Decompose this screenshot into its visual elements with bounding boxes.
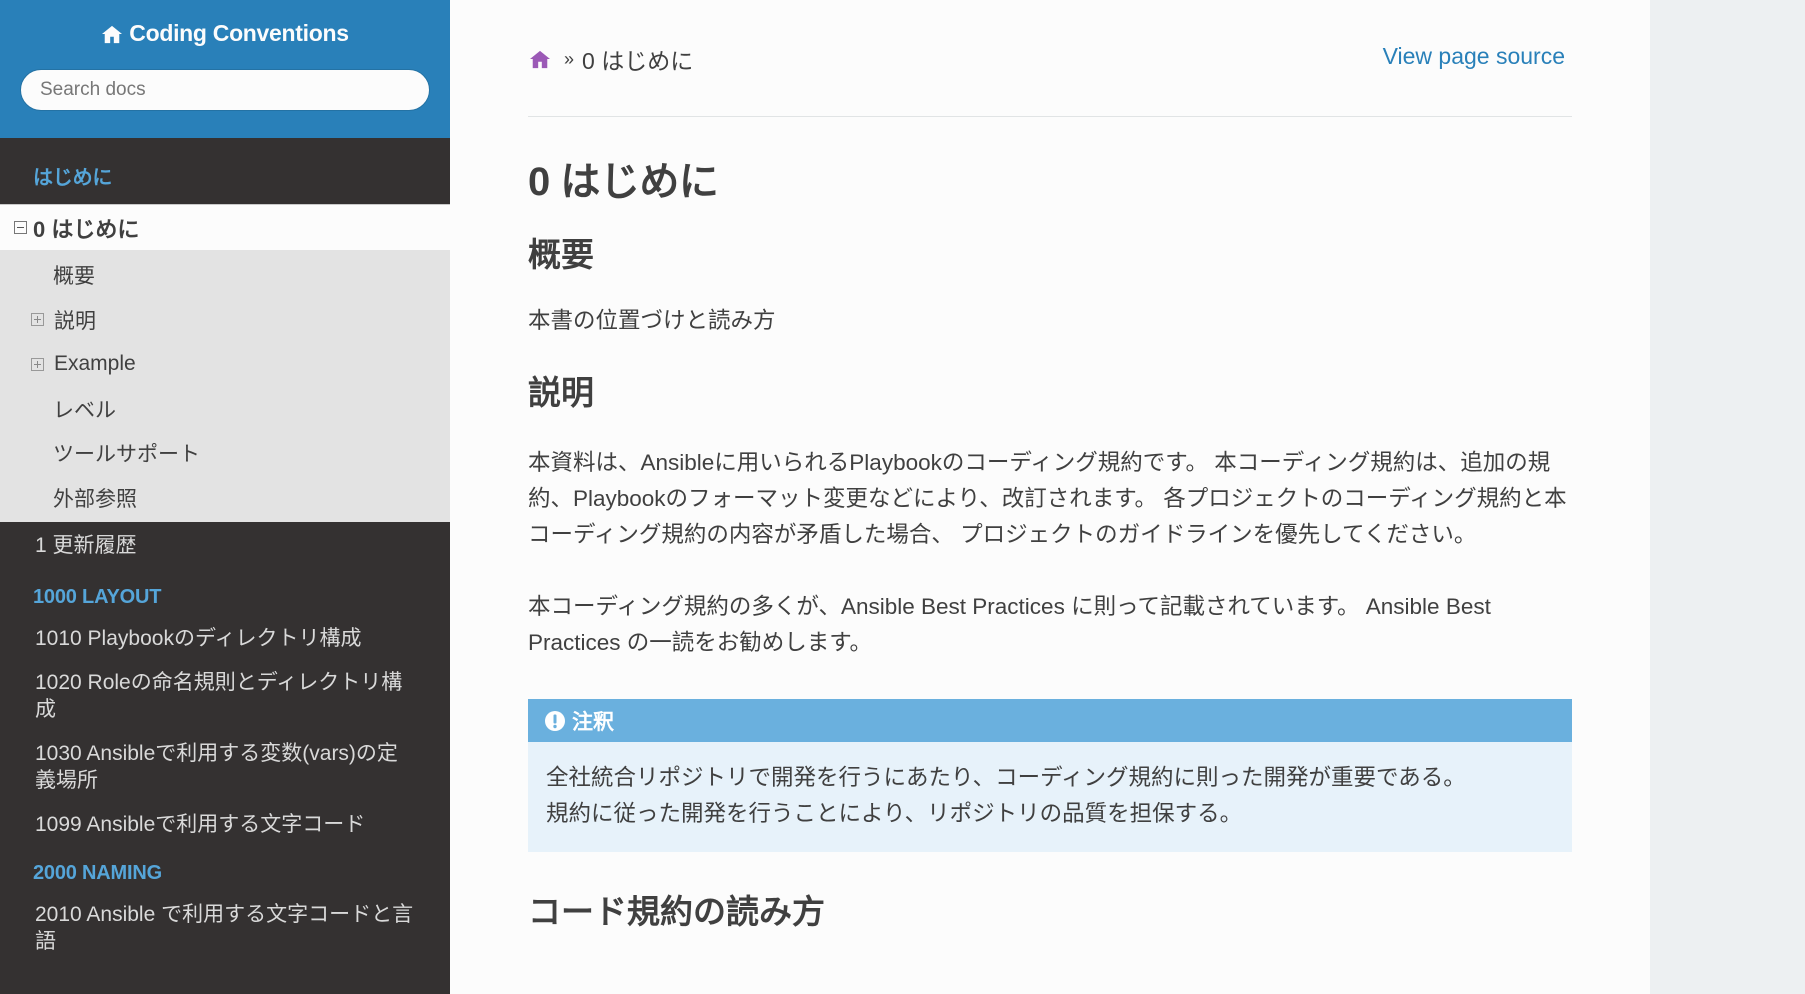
subnav-label: Example xyxy=(54,352,136,376)
home-icon[interactable] xyxy=(528,49,552,69)
nav-item-naming-2010[interactable]: 2010 Ansible で利用する文字コードと言語 xyxy=(0,901,450,955)
subnav-item-explain[interactable]: 説明 xyxy=(0,298,450,343)
collapse-icon[interactable] xyxy=(14,221,27,234)
nav-item-history[interactable]: 1 更新履歴 xyxy=(0,532,450,559)
note-line-2: 規約に従った開発を行うことにより、リポジトリの品質を担保する。 xyxy=(546,801,1243,826)
heading-read: コード規約の読み方 xyxy=(528,893,825,930)
nav-item-layout-1099[interactable]: 1099 Ansibleで利用する文字コード xyxy=(0,811,450,838)
breadcrumb-separator: » xyxy=(564,48,575,69)
heading-overview: 概要 xyxy=(528,236,594,273)
subnav-item-external-ref[interactable]: 外部参照 xyxy=(0,476,450,521)
breadcrumb: » 0 はじめに View page source xyxy=(528,0,1572,117)
subnav-label: 外部参照 xyxy=(53,487,137,511)
brand-title: Coding Conventions xyxy=(129,20,349,46)
exclamation-circle-icon xyxy=(545,710,565,731)
note-title: 注釈 xyxy=(528,699,1572,742)
view-page-source-link[interactable]: View page source xyxy=(1383,43,1565,70)
subnav-label: 説明 xyxy=(54,309,96,333)
sidebar-header: Coding Conventions xyxy=(0,0,450,138)
subnav-label: ツールサポート xyxy=(53,443,200,467)
brand-link[interactable]: Coding Conventions xyxy=(101,20,349,47)
nav-item-layout-1020[interactable]: 1020 Roleの命名規則とディレクトリ構成 xyxy=(0,669,450,723)
subnav-label: 概要 xyxy=(53,265,95,289)
explain-paragraph-2: 本コーディング規約の多くが、Ansible Best Practices に則っ… xyxy=(528,594,1491,655)
expand-icon[interactable] xyxy=(31,357,44,371)
subnav-item-tool-support[interactable]: ツールサポート xyxy=(0,431,450,476)
subnav-item-overview[interactable]: 概要 xyxy=(0,253,450,298)
nav-item-layout-1010[interactable]: 1010 Playbookのディレクトリ構成 xyxy=(0,625,450,652)
search-input[interactable] xyxy=(20,68,430,111)
overview-text: 本書の位置づけと読み方 xyxy=(528,308,776,333)
note-title-text: 注釈 xyxy=(572,710,614,734)
note-line-1: 全社統合リポジトリで開発を行うにあたり、コーディング規約に則った開発が重要である… xyxy=(546,765,1466,790)
main-content: » 0 はじめに View page source 0 はじめに 概要 本書の位… xyxy=(450,0,1650,994)
nav-item-layout-1030[interactable]: 1030 Ansibleで利用する変数(vars)の定義場所 xyxy=(0,740,450,794)
caption-intro: はじめに xyxy=(33,167,113,189)
note-body: 全社統合リポジトリで開発を行うにあたり、コーディング規約に則った開発が重要である… xyxy=(528,742,1572,852)
note-admonition: 注釈 全社統合リポジトリで開発を行うにあたり、コーディング規約に則った開発が重要… xyxy=(528,699,1572,852)
nav-current-label: 0 はじめに xyxy=(33,216,140,242)
heading-explain: 説明 xyxy=(528,374,594,411)
subnav-item-level[interactable]: レベル xyxy=(0,387,450,432)
nav-list-naming: 2010 Ansible で利用する文字コードと言語 xyxy=(0,901,450,955)
subnav-label: レベル xyxy=(53,398,116,422)
subnav: 概要 説明 Example レベル ツールサポート 外部参照 xyxy=(0,250,450,522)
nav-current-page[interactable]: 0 はじめに xyxy=(0,204,450,250)
page-title: 0 はじめに xyxy=(528,160,719,204)
subnav-item-example[interactable]: Example xyxy=(0,342,450,387)
right-gutter xyxy=(1650,0,1805,994)
caption-layout: 1000 LAYOUT xyxy=(33,586,162,608)
sidebar: Coding Conventions はじめに 0 はじめに 概要 説明 Exa… xyxy=(0,0,450,994)
breadcrumb-current: 0 はじめに xyxy=(582,48,694,74)
explain-paragraph-1: 本資料は、Ansibleに用いられるPlaybookのコーディング規約です。 本… xyxy=(528,450,1567,547)
nav-list-layout: 1010 Playbookのディレクトリ構成 1020 Roleの命名規則とディ… xyxy=(0,625,450,838)
expand-icon[interactable] xyxy=(31,313,44,327)
caption-naming: 2000 NAMING xyxy=(33,862,162,884)
home-icon xyxy=(102,25,123,43)
